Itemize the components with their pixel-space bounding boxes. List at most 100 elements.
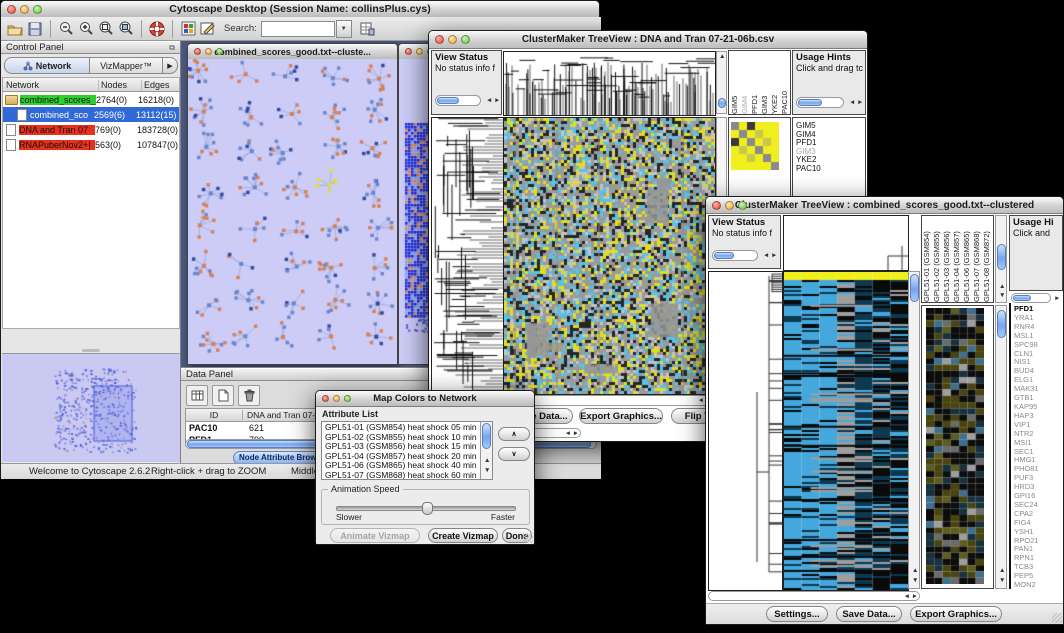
network-list-item[interactable]: DNA and Tran 07769(0)183728(0) [3,122,179,137]
new-attribute-icon[interactable] [212,385,234,406]
resize-grip[interactable] [1052,613,1062,623]
move-up-button[interactable]: ∧ [498,427,530,441]
network-overview[interactable] [2,353,180,462]
tv2-save-data-button[interactable]: Save Data... [836,606,902,622]
scroll-left-icon[interactable]: ◄ [698,398,704,405]
zoom-window-icon[interactable] [344,395,351,402]
tv2-heatmap[interactable] [783,271,909,591]
table-export-icon[interactable] [358,19,378,38]
minimize-icon[interactable] [205,48,212,55]
create-vizmap-button[interactable]: Create Vizmap [428,528,498,543]
tab-network[interactable]: Network [4,57,90,74]
move-down-button[interactable]: ∨ [498,447,530,461]
tv2-zoom-vscrollbar[interactable]: ▲▼ [995,305,1007,589]
resize-grip[interactable] [523,533,533,543]
animation-speed-slider[interactable] [336,502,516,512]
axis-label: GPL51-06 (GSM865) [962,216,972,302]
save-session-icon[interactable] [25,19,45,38]
tv1-export-graphics-button[interactable]: Export Graphics... [579,408,663,424]
usage-hints-scrollbar[interactable] [796,97,844,108]
control-panel-tabs: Network VizMapper™ ▶ [4,57,178,74]
scroll-right-icon[interactable]: ► [1054,296,1060,303]
dialog-titlebar[interactable]: Map Colors to Network [316,391,534,407]
network-list-item[interactable]: combined_scores_2764(0)16218(0) [3,92,179,107]
tv2-row-dendrogram[interactable] [708,271,783,591]
axis-label: GPL51-07 (GSM868) [972,216,982,302]
network-list-item[interactable]: combined_sco2569(6)13112(15) [3,107,179,122]
minimize-icon[interactable] [416,48,423,55]
plugin-manager-icon[interactable] [178,19,198,38]
close-icon[interactable] [194,48,201,55]
tv1-mini-vscrollbar[interactable]: ▲ [716,51,727,114]
scroll-left-icon[interactable]: ◄ [486,98,492,105]
scroll-right-icon[interactable]: ► [494,98,500,105]
open-session-icon[interactable] [5,19,25,38]
slider-thumb-icon[interactable] [422,502,433,515]
minimize-icon[interactable] [333,395,340,402]
minimize-icon[interactable] [448,35,457,44]
attribute-select-icon[interactable] [186,385,208,406]
float-panel-icon[interactable]: ⧉ [169,43,175,53]
tv2-usage-scrollbar[interactable] [1011,293,1051,303]
scroll-right-icon[interactable]: ► [771,253,777,260]
network-view-titlebar[interactable]: combined_scores_good.txt--cluste... [188,44,397,60]
attribute-list-item[interactable]: GPL51-07 (GSM868) heat shock 60 min [322,471,479,481]
close-icon[interactable] [322,395,329,402]
tab-vizmapper[interactable]: VizMapper™ [90,57,163,74]
search-dropdown-button[interactable]: ▼ [336,20,352,38]
tv1-zoom-heatmap[interactable] [731,122,779,170]
window-controls[interactable] [7,5,42,14]
close-icon[interactable] [405,48,412,55]
col-id: ID [186,410,243,420]
help-lifesaver-icon[interactable] [147,19,167,38]
tv2-heatmap-vscrollbar[interactable]: ▲▼ [908,271,920,589]
close-icon[interactable] [712,201,721,210]
zoom-in-icon[interactable] [76,19,96,38]
annotation-icon[interactable] [198,19,218,38]
row-label: PAC10 [796,165,821,174]
zoom-fit-icon[interactable] [96,19,116,38]
tv2-zoom-heatmap[interactable] [926,308,984,584]
close-icon[interactable] [435,35,444,44]
map-colors-dialog: Map Colors to Network Attribute List GPL… [315,390,535,545]
tv2-export-graphics-button[interactable]: Export Graphics... [910,606,1002,622]
close-icon[interactable] [7,5,16,14]
treeview1-titlebar[interactable]: ClusterMaker TreeView : DNA and Tran 07-… [429,31,867,49]
view-status-scrollbar[interactable] [712,250,758,261]
scroll-left-icon[interactable]: ◄ [849,100,855,107]
tv1-row-dendrogram[interactable] [431,117,504,395]
view-status-scrollbar[interactable] [435,95,481,106]
zoom-selected-icon[interactable] [116,19,136,38]
attribute-list-vscrollbar[interactable]: ▲▼ [480,422,492,479]
main-titlebar[interactable]: Cytoscape Desktop (Session Name: collins… [1,1,599,18]
tv1-column-dendrogram[interactable] [503,51,716,116]
tv1-heatmap[interactable] [503,117,716,395]
tv2-column-dendrogram[interactable] [783,215,909,271]
network-canvas[interactable] [188,59,397,364]
tv2-labels-vscrollbar[interactable]: ▲▼ [995,215,1007,303]
usage-hints-text: Click and [1013,228,1059,238]
slider-max-label: Faster [491,512,515,522]
delete-attribute-icon[interactable] [238,385,260,406]
col-edges: Edges [142,80,179,90]
minimize-icon[interactable] [725,201,734,210]
minimize-icon[interactable] [20,5,29,14]
zoom-window-icon[interactable] [738,201,747,210]
zoom-window-icon[interactable] [216,48,223,55]
treeview2-titlebar[interactable]: ClusterMaker TreeView : combined_scores_… [706,197,1063,214]
scroll-right-icon[interactable]: ► [857,100,863,107]
tv2-hscrollbar[interactable]: ◄► [708,591,920,601]
main-window-title: Cytoscape Desktop (Session Name: collins… [169,3,430,15]
scroll-left-icon[interactable]: ◄ [763,253,769,260]
zoom-window-icon[interactable] [33,5,42,14]
tab-overflow-button[interactable]: ▶ [163,57,178,74]
tv2-settings-button[interactable]: Settings... [766,606,828,622]
usage-hints-text: Click and drag tc [796,63,862,73]
network-overview-canvas[interactable] [2,354,180,462]
animate-vizmap-button[interactable]: Animate Vizmap [330,528,420,543]
tv1-zoom-hscrollbar[interactable]: ◄► [531,428,581,438]
zoom-out-icon[interactable] [56,19,76,38]
network-list-item[interactable]: RNAPuberNov2+|563(0)107847(0) [3,137,179,152]
zoom-window-icon[interactable] [461,35,470,44]
search-input[interactable] [261,21,335,37]
